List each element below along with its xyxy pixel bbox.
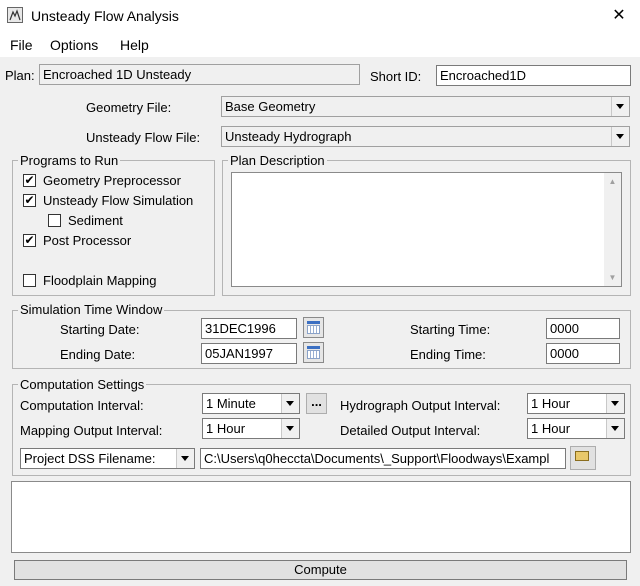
computation-interval-select[interactable]: 1 Minute	[202, 393, 300, 414]
title-bar: Unsteady Flow Analysis ✕	[0, 0, 640, 33]
menu-bar: File Options Help	[0, 33, 640, 57]
menu-help[interactable]: Help	[120, 37, 149, 53]
geometry-preprocessor-checkbox[interactable]: ✔	[23, 174, 36, 187]
short-id-field[interactable]: Encroached1D	[436, 65, 631, 86]
app-icon	[7, 7, 23, 23]
calendar-icon[interactable]	[303, 317, 324, 338]
geometry-file-select[interactable]: Base Geometry	[221, 96, 630, 117]
hydrograph-output-interval-select[interactable]: 1 Hour	[527, 393, 625, 414]
unsteady-flow-simulation-checkbox[interactable]: ✔	[23, 194, 36, 207]
geometry-preprocessor-label: Geometry Preprocessor	[43, 173, 181, 188]
hydrograph-output-interval-label: Hydrograph Output Interval:	[340, 398, 501, 413]
calendar-icon[interactable]	[303, 342, 324, 363]
ending-date-label: Ending Date:	[60, 347, 136, 362]
chevron-down-icon[interactable]	[606, 394, 624, 413]
interval-options-button[interactable]: ...	[306, 393, 327, 414]
close-button[interactable]: ✕	[598, 0, 640, 33]
simulation-time-window-title: Simulation Time Window	[18, 302, 165, 317]
detailed-output-interval-label: Detailed Output Interval:	[340, 423, 481, 438]
starting-time-field[interactable]: 0000	[546, 318, 620, 339]
plan-description-title: Plan Description	[228, 153, 327, 168]
short-id-label: Short ID:	[370, 69, 422, 84]
ending-time-label: Ending Time:	[410, 347, 486, 362]
detailed-output-interval-value: 1 Hour	[531, 421, 571, 436]
plan-name-field[interactable]: Encroached 1D Unsteady	[39, 64, 360, 85]
sediment-label: Sediment	[68, 213, 123, 228]
browse-folder-button[interactable]	[570, 446, 596, 470]
computation-interval-value: 1 Minute	[206, 396, 256, 411]
plan-description-textarea[interactable]: ▲ ▼	[231, 172, 622, 287]
detailed-output-interval-select[interactable]: 1 Hour	[527, 418, 625, 439]
computation-interval-label: Computation Interval:	[20, 398, 144, 413]
unsteady-flow-file-select[interactable]: Unsteady Hydrograph	[221, 126, 630, 147]
chevron-down-icon[interactable]	[176, 449, 194, 468]
chevron-down-icon[interactable]	[281, 394, 299, 413]
compute-button[interactable]: Compute	[14, 560, 627, 580]
post-processor-checkbox[interactable]: ✔	[23, 234, 36, 247]
floodplain-mapping-checkbox[interactable]	[23, 274, 36, 287]
starting-time-label: Starting Time:	[410, 322, 491, 337]
ending-time-field[interactable]: 0000	[546, 343, 620, 364]
unsteady-flow-file-label: Unsteady Flow File:	[86, 130, 201, 145]
starting-date-field[interactable]: 31DEC1996	[201, 318, 297, 339]
programs-to-run-title: Programs to Run	[18, 153, 121, 168]
computation-settings-title: Computation Settings	[18, 377, 147, 392]
sediment-checkbox[interactable]	[48, 214, 61, 227]
post-processor-label: Post Processor	[43, 233, 132, 248]
plan-label: Plan:	[5, 68, 35, 83]
menu-file[interactable]: File	[10, 37, 33, 53]
output-messages-area[interactable]	[11, 481, 631, 553]
floodplain-mapping-label: Floodplain Mapping	[43, 273, 157, 288]
unsteady-flow-window: Unsteady Flow Analysis ✕ File Options He…	[0, 0, 640, 586]
mapping-output-interval-value: 1 Hour	[206, 421, 246, 436]
window-title: Unsteady Flow Analysis	[31, 8, 179, 24]
dss-filename-type-value: Project DSS Filename:	[24, 451, 156, 466]
chevron-down-icon[interactable]	[606, 419, 624, 438]
hydrograph-output-interval-value: 1 Hour	[531, 396, 571, 411]
geometry-file-value: Base Geometry	[225, 99, 316, 114]
ending-date-field[interactable]: 05JAN1997	[201, 343, 297, 364]
dss-filename-type-select[interactable]: Project DSS Filename:	[20, 448, 195, 469]
unsteady-flow-simulation-label: Unsteady Flow Simulation	[43, 193, 194, 208]
plan-description-scrollbar[interactable]: ▲ ▼	[604, 173, 621, 286]
mapping-output-interval-label: Mapping Output Interval:	[20, 423, 163, 438]
chevron-down-icon[interactable]	[281, 419, 299, 438]
menu-options[interactable]: Options	[50, 37, 98, 53]
mapping-output-interval-select[interactable]: 1 Hour	[202, 418, 300, 439]
chevron-down-icon[interactable]	[611, 97, 629, 116]
chevron-down-icon[interactable]	[611, 127, 629, 146]
geometry-file-label: Geometry File:	[86, 100, 172, 115]
folder-open-icon	[575, 451, 589, 461]
scroll-down-icon[interactable]: ▼	[604, 269, 621, 286]
scroll-up-icon[interactable]: ▲	[604, 173, 621, 190]
dss-path-field[interactable]: C:\Users\q0heccta\Documents\_Support\Flo…	[200, 448, 566, 469]
starting-date-label: Starting Date:	[60, 322, 140, 337]
unsteady-flow-file-value: Unsteady Hydrograph	[225, 129, 352, 144]
